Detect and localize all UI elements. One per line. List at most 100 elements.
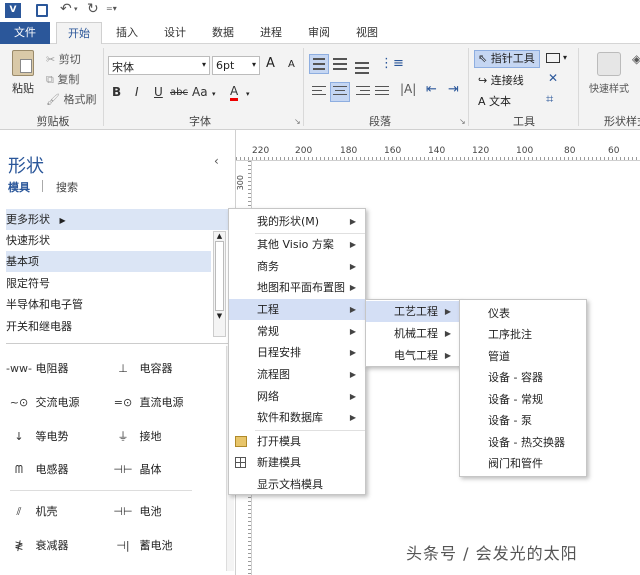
shape-battery[interactable]: ⊣⊢ 电池: [110, 503, 161, 519]
dialog-launcher-icon[interactable]: ↘: [294, 117, 301, 126]
tab-home[interactable]: 开始: [56, 22, 102, 44]
scroll-down-icon[interactable]: ▼: [214, 312, 225, 320]
close-icon[interactable]: ✕: [548, 71, 558, 85]
crop-icon[interactable]: ⌗: [546, 92, 553, 107]
stencil-more-shapes[interactable]: 更多形状 ▶: [6, 209, 211, 230]
stencil-semiconductors[interactable]: 半导体和电子管: [6, 294, 211, 315]
menu-item-business[interactable]: 商务 ▶: [229, 256, 365, 277]
tab-data[interactable]: 数据: [204, 22, 242, 44]
font-size-select[interactable]: 6pt ▾: [212, 56, 260, 75]
menu-item-flowchart[interactable]: 流程图 ▶: [229, 364, 365, 385]
connector-button[interactable]: ↪ 连接线: [478, 72, 524, 88]
copy-button[interactable]: ⧉ 复制: [46, 71, 79, 87]
align-left-button[interactable]: [312, 86, 326, 95]
menu-item-software[interactable]: 软件和数据库 ▶: [229, 407, 365, 428]
stencil-switches[interactable]: 开关和继电器: [6, 316, 211, 337]
stencil-item-instruments[interactable]: 仪表: [460, 303, 510, 324]
visio-icon[interactable]: V: [5, 3, 21, 18]
dialog-launcher-icon[interactable]: ↘: [459, 117, 466, 126]
tab-process[interactable]: 进程: [252, 22, 290, 44]
undo-dropdown-icon[interactable]: ▾: [74, 5, 78, 13]
align-middle-button[interactable]: [333, 58, 347, 70]
stencil-scrollbar[interactable]: ▲ ▼: [213, 231, 226, 337]
save-icon[interactable]: [36, 4, 48, 17]
menu-item-maps[interactable]: 地图和平面布置图 ▶: [229, 277, 365, 298]
redo-icon[interactable]: ↻: [87, 1, 99, 17]
align-bottom-button[interactable]: [355, 62, 369, 74]
menu-item-show-document-stencil[interactable]: 显示文档模具: [229, 474, 365, 495]
tab-stencils[interactable]: 模具: [8, 179, 30, 195]
font-color-button[interactable]: A: [230, 85, 239, 101]
text-direction-icon[interactable]: |A|: [400, 82, 416, 96]
stencil-item-process-annotations[interactable]: 工序批注: [460, 324, 532, 345]
cut-button[interactable]: ✂ 剪切: [46, 51, 81, 67]
scrollbar-thumb[interactable]: [215, 241, 224, 311]
tab-file[interactable]: 文件: [0, 22, 50, 44]
tab-search[interactable]: 搜索: [56, 179, 78, 195]
scroll-up-icon[interactable]: ▲: [214, 232, 225, 240]
menu-item-new-stencil[interactable]: 新建模具: [229, 452, 365, 473]
stencil-item-pipelines[interactable]: 管道: [460, 346, 510, 367]
shape-ac-source[interactable]: ~⊙ 交流电源: [6, 394, 80, 410]
shape-equipotential[interactable]: ↓ 等电势: [6, 428, 68, 444]
rectangle-icon[interactable]: [546, 53, 560, 63]
paste-button[interactable]: 粘贴: [6, 50, 40, 100]
menu-item-my-shapes[interactable]: 我的形状(M) ▶: [229, 211, 365, 232]
menu-item-electrical-engineering[interactable]: 电气工程 ▶: [366, 345, 460, 366]
tab-insert[interactable]: 插入: [108, 22, 146, 44]
menu-item-engineering[interactable]: 工程 ▶: [229, 299, 365, 320]
stencil-item-heat-exchangers[interactable]: 设备 - 热交换器: [460, 432, 565, 453]
menu-item-mechanical-engineering[interactable]: 机械工程 ▶: [366, 323, 460, 344]
collapse-pane-icon[interactable]: ‹: [214, 154, 219, 168]
align-top-button[interactable]: [309, 54, 329, 74]
underline-button[interactable]: U: [154, 85, 163, 99]
copy-icon: ⧉: [46, 73, 54, 86]
stencil-qualifying-symbols[interactable]: 限定符号: [6, 273, 211, 294]
menu-item-schedule[interactable]: 日程安排 ▶: [229, 342, 365, 363]
menu-item-open-stencil[interactable]: 打开模具: [229, 431, 365, 452]
menu-item-network[interactable]: 网络 ▶: [229, 386, 365, 407]
decrease-indent-icon[interactable]: ⇤: [426, 82, 437, 97]
tab-view[interactable]: 视图: [348, 22, 386, 44]
shape-storage-battery[interactable]: ⊣| 蓄电池: [110, 537, 172, 553]
stencil-item-general-equipment[interactable]: 设备 - 常规: [460, 389, 543, 410]
menu-item-other-visio[interactable]: 其他 Visio 方案 ▶: [229, 234, 365, 255]
shrink-font-button[interactable]: A: [288, 59, 295, 70]
change-case-button[interactable]: Aa: [192, 85, 208, 99]
stencil-quick-shapes[interactable]: 快速形状: [6, 230, 211, 251]
strikethrough-button[interactable]: abc: [170, 87, 188, 98]
shape-ground[interactable]: ⏚ 接地: [110, 428, 162, 444]
bold-button[interactable]: B: [112, 85, 121, 99]
stencil-item-vessels[interactable]: 设备 - 容器: [460, 367, 543, 388]
justify-button[interactable]: [375, 86, 389, 95]
stencil-basic-items[interactable]: 基本项: [6, 251, 211, 272]
format-painter-button[interactable]: 🖌 格式刷: [46, 91, 96, 107]
tab-design[interactable]: 设计: [156, 22, 194, 44]
italic-button[interactable]: I: [135, 85, 139, 99]
grow-font-button[interactable]: A: [266, 56, 275, 71]
shape-capacitor[interactable]: ⊥ 电容器: [110, 360, 172, 376]
stencil-item-pumps[interactable]: 设备 - 泵: [460, 410, 532, 431]
align-right-button[interactable]: [356, 86, 370, 95]
increase-indent-icon[interactable]: ⇥: [448, 82, 459, 97]
tab-review[interactable]: 审阅: [300, 22, 338, 44]
bullets-button[interactable]: ⋮≡: [380, 56, 404, 71]
shape-dc-source[interactable]: =⊙ 直流电源: [110, 394, 184, 410]
menu-item-general[interactable]: 常规 ▶: [229, 321, 365, 342]
pointer-tool-button[interactable]: ⇖ 指针工具: [474, 50, 540, 68]
quick-styles-button[interactable]: 快速样式: [584, 52, 634, 95]
shape-attenuator[interactable]: ≹ 衰减器: [6, 537, 68, 553]
customize-icon[interactable]: =▾: [106, 4, 117, 13]
undo-icon[interactable]: ↶: [60, 1, 72, 17]
align-center-button[interactable]: [330, 82, 350, 102]
stencil-item-valves-fittings[interactable]: 阀门和管件: [460, 453, 543, 474]
chevron-right-icon: ▶: [59, 216, 66, 225]
shape-inductor[interactable]: ᗰ 电感器: [6, 461, 68, 477]
font-name-select[interactable]: 宋体 ▾: [108, 56, 210, 75]
shape-crystal[interactable]: ⊣⊢ 晶体: [110, 461, 161, 477]
fill-icon[interactable]: ◈: [632, 52, 640, 66]
shape-resistor[interactable]: -ww- 电阻器: [6, 360, 68, 376]
menu-item-process-engineering[interactable]: 工艺工程 ▶: [366, 301, 460, 322]
text-tool-button[interactable]: A 文本: [478, 93, 511, 109]
shape-chassis[interactable]: ⫽ 机壳: [6, 503, 58, 519]
